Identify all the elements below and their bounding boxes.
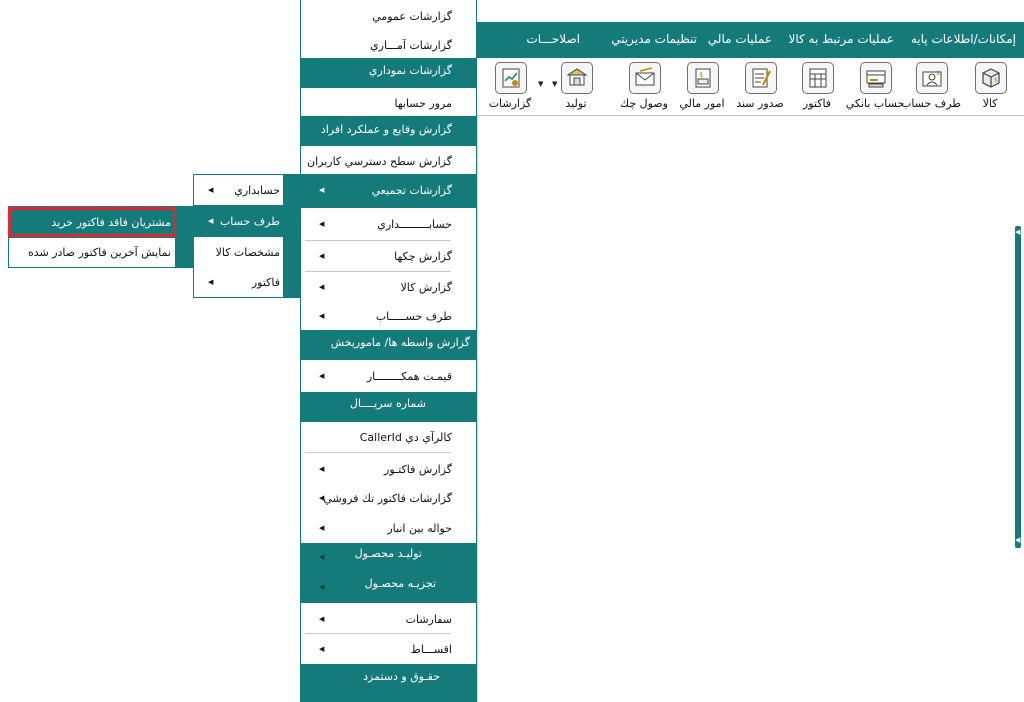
reports-menu: گزارشات عمومي گزارشات آمـــاري گزارشات ن…: [300, 0, 477, 702]
menu-side-strip: [283, 175, 300, 205]
menu-side-strip: [175, 238, 193, 267]
toolbar-production-button[interactable]: ▼ توليد: [548, 62, 604, 114]
menu-bar: إمكانات/اطلاعات پايه عمليات مرتبط به كال…: [477, 22, 1024, 58]
cheque-envelope-icon: [629, 62, 661, 94]
menu-goods-operations[interactable]: عمليات مرتبط به كالا: [789, 32, 894, 46]
submenu-arrow-icon: ◀: [319, 524, 325, 532]
toolbar-bank-account-button[interactable]: حساب بانكي: [846, 62, 904, 114]
menu-item-single-sale-invoice-reports[interactable]: گزارشات فاكتور تك فروشي ◀: [301, 483, 476, 511]
chevron-down-icon[interactable]: ▼: [552, 80, 557, 88]
submenu-arrow-icon: ◀: [319, 645, 325, 653]
submenu-item-accounting[interactable]: حسابداري ◀: [194, 175, 300, 205]
menu-item-account-party[interactable]: طرف حســـــاب ◀: [301, 302, 476, 330]
report-chart-icon: [495, 62, 527, 94]
menu-item-callerid[interactable]: كالرآي دي CallerId: [301, 422, 476, 452]
submenu-item-account-party[interactable]: طرف حساب ◀: [194, 205, 300, 237]
submenu-arrow-icon: ◀: [319, 252, 325, 260]
menu-item-intermediaries-report[interactable]: گزارش واسطه ها/ ماموريخش: [301, 330, 476, 360]
submenu-arrow-icon: ◀: [319, 494, 325, 502]
menu-item-goods-report[interactable]: گزارش كالا ◀: [301, 272, 476, 302]
finance-icon: $: [687, 62, 719, 94]
submenu-item-show-last-issued-invoice[interactable]: نمايش آخرين فاكتور صادر شده: [9, 238, 193, 267]
factory-icon: [561, 62, 593, 94]
submenu-arrow-icon: ◀: [319, 283, 325, 291]
submenu-arrow-icon: ◀: [319, 220, 325, 228]
menu-item-serial-number[interactable]: شماره سريــــال: [301, 392, 476, 422]
person-card-icon: $: [916, 62, 948, 94]
aggregate-reports-submenu: حسابداري ◀ طرف حساب ◀ مشخصات كالا فاكتور…: [193, 174, 301, 298]
submenu-arrow-icon: ◀: [319, 553, 325, 561]
menu-item-installments[interactable]: اقســـاط ◀: [301, 634, 476, 664]
menu-item-warehouse-transfer[interactable]: حواله بين انبار ◀: [301, 511, 476, 543]
submenu-arrow-icon: ◀: [319, 312, 325, 320]
menu-item-account-review[interactable]: مرور حسابها: [301, 88, 476, 116]
menu-corrections[interactable]: اصلاحـــات: [526, 32, 580, 46]
menu-item-chart-reports[interactable]: گزارشات نموداري: [301, 58, 476, 88]
submenu-item-invoice[interactable]: فاكتور ◀: [194, 267, 300, 297]
menu-item-product-decomposition[interactable]: تجزيـه محصـول ◀: [301, 571, 476, 603]
submenu-arrow-icon: ◀: [208, 186, 214, 194]
toolbar-invoice-button[interactable]: فاكتور: [789, 62, 845, 114]
toolbar-finance-button[interactable]: $ امور مالي: [674, 62, 730, 114]
document-pen-icon: [745, 62, 777, 94]
chevron-down-icon[interactable]: ▼: [538, 80, 543, 88]
svg-text:$: $: [936, 70, 940, 77]
menu-item-product-production[interactable]: توليـد محصـول ◀: [301, 543, 476, 571]
toolbar-cheque-collection-button[interactable]: وصول چك: [616, 62, 672, 114]
submenu-arrow-icon: ◀: [319, 583, 325, 591]
submenu-arrow-icon: ◀: [319, 465, 325, 473]
main-window: [477, 22, 1024, 702]
svg-text:$: $: [699, 71, 703, 79]
submenu-arrow-icon: ◀: [319, 615, 325, 623]
menu-base-info[interactable]: إمكانات/اطلاعات پايه: [911, 32, 1016, 46]
box-icon: $: [975, 62, 1007, 94]
submenu-arrow-icon: ◀: [208, 278, 214, 286]
svg-text:$: $: [994, 77, 998, 84]
menu-item-cheque-report[interactable]: گزارش چكها ◀: [301, 241, 476, 271]
menu-item-orders[interactable]: سفارشات ◀: [301, 603, 476, 633]
submenu-arrow-icon: ◀: [319, 372, 325, 380]
invoice-icon: [802, 62, 834, 94]
vertical-scrollbar[interactable]: ◀ ◀: [1015, 226, 1021, 548]
menu-side-strip: [283, 267, 300, 297]
toolbar-goods-button[interactable]: $ كالا: [962, 62, 1018, 114]
menu-item-partner-price[interactable]: قيمـت همكــــــــار ◀: [301, 360, 476, 392]
toolbar-reports-button[interactable]: ▼ گزارشات: [482, 62, 543, 114]
submenu-arrow-icon: ◀: [319, 186, 325, 194]
toolbar-issue-document-button[interactable]: صدور سند: [732, 62, 788, 114]
menu-side-strip: [283, 237, 300, 267]
menu-item-payroll[interactable]: حقـوق و دستمزد: [301, 664, 476, 700]
scroll-down-icon: ◀: [1015, 536, 1021, 544]
menu-financial-operations[interactable]: عمليات مالي: [708, 32, 772, 46]
menu-item-invoice-report[interactable]: گزارش فاكتـور ◀: [301, 453, 476, 483]
menu-item-events-report[interactable]: گزارش وقايع و عملكرد افراد: [301, 116, 476, 146]
menu-item-access-level-report[interactable]: گزارش سطح دسترسي كاربران: [301, 146, 476, 174]
toolbar-account-party-button[interactable]: $ طرف حساب: [901, 62, 961, 114]
menu-item-statistical-reports[interactable]: گزارشات آمـــاري: [301, 30, 476, 58]
menu-item-aggregate-reports[interactable]: گزارشات تجميعي ◀: [301, 174, 476, 208]
scroll-up-icon: ◀: [1015, 228, 1021, 236]
menu-item-accounting[interactable]: حسابـــــــــداري ◀: [301, 208, 476, 240]
bank-card-icon: [860, 62, 892, 94]
submenu-item-goods-specs[interactable]: مشخصات كالا: [194, 237, 300, 267]
selection-highlight-box: [8, 207, 176, 237]
menu-item-general-reports[interactable]: گزارشات عمومي: [301, 0, 476, 30]
menu-management-settings[interactable]: تنظيمات مديريتي: [611, 32, 697, 46]
toolbar: $ كالا $ طرف حساب حساب بانكي فاكتور صدور…: [477, 58, 1024, 116]
submenu-arrow-icon: ◀: [208, 217, 214, 225]
